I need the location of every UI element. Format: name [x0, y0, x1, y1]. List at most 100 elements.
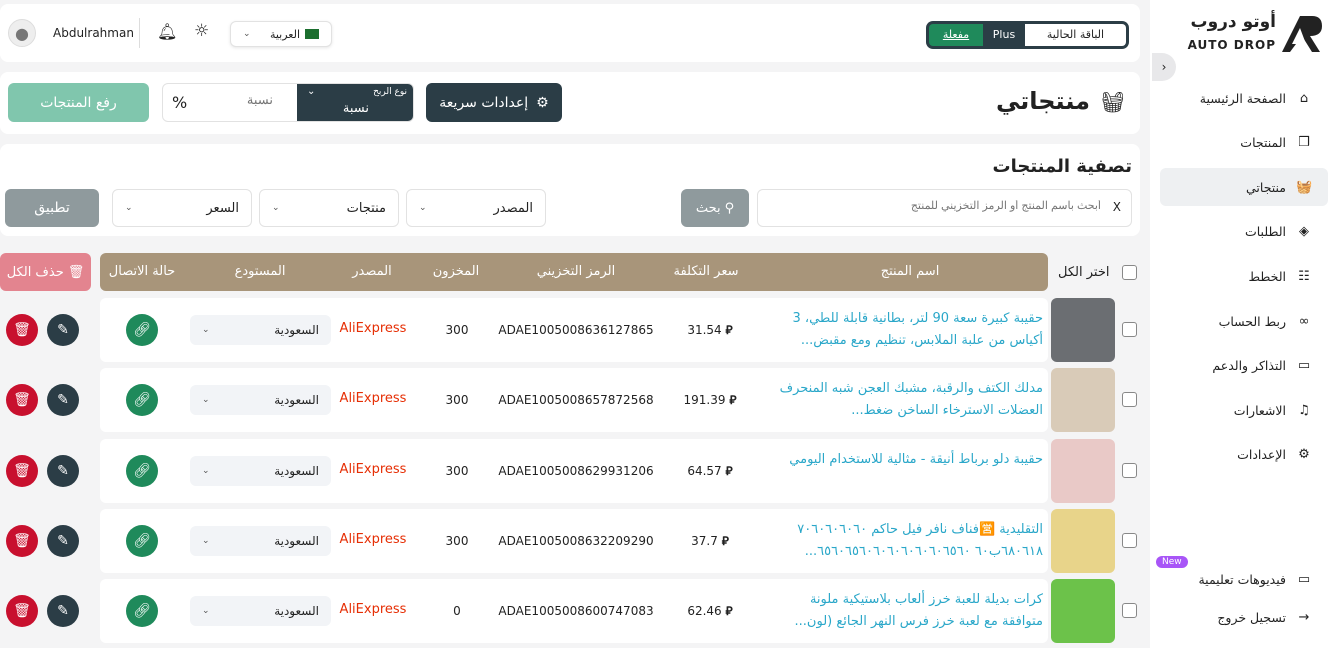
product-image[interactable] [1051, 368, 1115, 433]
page-header: 🧺︎ منتجاتي إعدادات سريعة ⚙ نوع الربح نسبة… [0, 72, 1140, 134]
quick-settings-label: إعدادات سريعة [439, 94, 529, 111]
product-image[interactable] [1051, 298, 1115, 362]
link-icon: ∞ [1298, 313, 1310, 329]
sidebar-item-label: الاشعارات [1233, 402, 1286, 418]
warehouse-select[interactable]: السعودية ⌄ [190, 315, 331, 345]
sidebar-item-5[interactable]: ∞ ربط الحساب [1160, 302, 1328, 340]
product-name-link[interactable]: مدلك الكتف والرقبة، مشبك العجن شبه المنح… [773, 378, 1048, 422]
video-icon: ▭ [1297, 571, 1311, 587]
row-checkbox[interactable] [1122, 322, 1137, 337]
connection-link-icon[interactable]: 🔗︎ [126, 384, 158, 417]
plan-icon: ☷ [1298, 268, 1310, 284]
cost-value: 191.39 [683, 393, 726, 408]
sidebar-item-7[interactable]: ♫ الاشعارات [1160, 391, 1328, 429]
warehouse-select[interactable]: السعودية ⌄ [190, 385, 331, 416]
sidebar-item-4[interactable]: ☷ الخطط [1160, 257, 1328, 295]
avatar[interactable]: ● [8, 19, 36, 47]
sidebar-item-logout[interactable]: → تسجيل خروج [1160, 598, 1328, 636]
cost: 64.57 ⃁ [687, 464, 732, 479]
chevron-down-icon: ⌄ [202, 465, 210, 476]
edit-icon: ✎ [57, 603, 69, 620]
product-name-link[interactable]: حقيبة كبيرة سعة 90 لتر، بطانية قابلة للط… [773, 308, 1048, 352]
sidebar-item-label: فيديوهات تعليمية [1198, 571, 1286, 587]
sidebar-item-label: الطلبات [1244, 224, 1286, 240]
product-image[interactable] [1051, 438, 1115, 503]
quick-settings-button[interactable]: إعدادات سريعة ⚙ [426, 83, 562, 122]
source-select[interactable]: المصدر ⌄ [406, 189, 546, 227]
connection-link-icon[interactable]: 🔗︎ [126, 595, 158, 628]
delete-button[interactable]: 🗑︎ [6, 524, 38, 557]
riyal-icon: ⃁ [729, 393, 737, 408]
delete-button[interactable]: 🗑︎ [6, 595, 38, 628]
cost-value: 37.7 [691, 533, 718, 548]
sidebar-item-0[interactable]: ⌂ الصفحة الرئيسية [1160, 79, 1328, 117]
delete-all-button[interactable]: حذف الكل 🗑︎ [0, 253, 91, 291]
sidebar-item-label: ربط الحساب [1218, 313, 1286, 329]
search-input[interactable] [781, 200, 1101, 212]
bell-icon[interactable]: 🔔︎ [157, 22, 177, 41]
sidebar-item-8[interactable]: ⚙ الإعدادات [1160, 436, 1328, 474]
edit-button[interactable]: ✎ [47, 595, 79, 628]
warehouse-select[interactable]: السعودية ⌄ [190, 455, 331, 486]
product-name-link[interactable]: حقيبة دلو برباط أنيقة - مثالية للاستخدام… [773, 449, 1048, 471]
edit-button[interactable]: ✎ [47, 454, 79, 487]
sidebar-item-6[interactable]: ▭ التذاكر والدعم [1160, 347, 1328, 385]
warehouse-select[interactable]: السعودية ⌄ [190, 596, 331, 627]
ratio-input[interactable] [193, 92, 273, 107]
sidebar-item-1[interactable]: ❒ المنتجات [1160, 124, 1328, 162]
sidebar-item-videos[interactable]: ▭ فيديوهات تعليمية [1160, 560, 1328, 598]
product-name-link[interactable]: التقليدية 🈺فناف نافر فيل حاكم ٧٠٦٠٦٠٦٠٦٠… [773, 519, 1048, 563]
row-checkbox[interactable] [1122, 603, 1137, 619]
chevron-down-icon: ⌄ [202, 325, 210, 335]
sidebar-item-3[interactable]: ◈ الطلبات [1160, 213, 1328, 251]
products-label: منتجات [346, 200, 386, 216]
clear-search-icon[interactable]: X [1113, 200, 1121, 214]
select-all-checkbox[interactable] [1122, 265, 1137, 280]
header-status: حالة الاتصال [108, 264, 176, 279]
chevron-down-icon: ⌄ [419, 203, 427, 213]
products-select[interactable]: منتجات ⌄ [259, 189, 399, 227]
connection-link-icon[interactable]: 🔗︎ [126, 454, 158, 487]
username[interactable]: Abdulrahman [53, 26, 134, 40]
connection-link-icon[interactable]: 🔗︎ [126, 524, 158, 557]
stock: 300 [445, 533, 469, 548]
language-select[interactable]: العربية ⌄ [230, 21, 332, 47]
header-warehouse: المستودع [234, 264, 286, 279]
row-card: حقيبة كبيرة سعة 90 لتر، بطانية قابلة للط… [100, 298, 1048, 362]
row-card: حقيبة دلو برباط أنيقة - مثالية للاستخدام… [100, 438, 1048, 503]
delete-button[interactable]: 🗑︎ [6, 384, 38, 417]
edit-button[interactable]: ✎ [47, 314, 79, 346]
delete-button[interactable]: 🗑︎ [6, 314, 38, 346]
edit-button[interactable]: ✎ [47, 384, 79, 417]
basket-icon: 🧺︎ [1100, 90, 1126, 114]
stock: 300 [445, 393, 469, 408]
header-source: المصدر [352, 264, 392, 279]
product-image[interactable] [1051, 508, 1115, 573]
sidebar-item-2[interactable]: 🧺 منتجاتي [1160, 168, 1328, 207]
price-select[interactable]: السعر ⌄ [112, 189, 252, 227]
profit-type-select[interactable]: نوع الربح نسبة ⌄ [297, 84, 413, 121]
apply-button[interactable]: تطبيق [5, 189, 99, 227]
row-checkbox[interactable] [1122, 532, 1137, 548]
connection-link-icon[interactable]: 🔗︎ [126, 314, 158, 346]
header-cost: سعر التكلفة [673, 264, 739, 279]
product-image[interactable] [1051, 579, 1115, 644]
product-name-link[interactable]: كرات بديلة للعبة خرز ألعاب بلاستيكية ملو… [773, 589, 1048, 633]
sidebar-item-label: الصفحة الرئيسية [1199, 90, 1286, 106]
page-title: منتجاتي [995, 87, 1090, 115]
delete-button[interactable]: 🗑︎ [6, 454, 38, 487]
search-field[interactable]: X [757, 189, 1132, 227]
row-checkbox[interactable] [1122, 462, 1137, 478]
trash-icon: 🗑︎ [13, 322, 31, 338]
warehouse-value: السعودية [274, 393, 319, 408]
logo-icon [1280, 14, 1322, 54]
row-checkbox[interactable] [1122, 392, 1137, 408]
source-logo: AliExpress [339, 461, 407, 477]
edit-button[interactable]: ✎ [47, 524, 79, 557]
sun-icon[interactable]: ☼ [194, 21, 209, 41]
upload-products-button[interactable]: رفع المنتجات [8, 83, 149, 122]
warehouse-select[interactable]: السعودية ⌄ [190, 525, 331, 556]
row-card: التقليدية 🈺فناف نافر فيل حاكم ٧٠٦٠٦٠٦٠٦٠… [100, 508, 1048, 573]
collapse-button[interactable]: › [1152, 53, 1176, 81]
search-button[interactable]: بحث ⚲ [681, 189, 749, 227]
